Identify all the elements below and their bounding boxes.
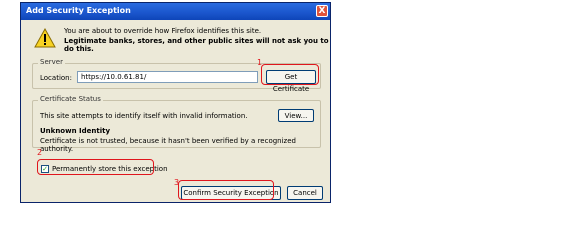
annotation-box-2	[37, 159, 154, 175]
intro-warning-text: Legitimate banks, stores, and other publ…	[64, 37, 329, 53]
annotation-number-1: 1	[257, 58, 263, 67]
intro-text: You are about to override how Firefox id…	[64, 27, 262, 35]
status-heading: Unknown Identity	[40, 127, 111, 135]
annotation-box-1	[261, 64, 319, 85]
location-label: Location:	[40, 74, 72, 82]
warning-icon	[34, 28, 56, 48]
dialog-title: Add Security Exception	[26, 6, 131, 15]
annotation-number-2: 2	[37, 148, 43, 157]
annotation-number-3: 3	[174, 178, 180, 187]
server-group-label: Server	[38, 58, 65, 66]
cancel-button[interactable]: Cancel	[287, 186, 323, 200]
status-description: This site attempts to identify itself wi…	[40, 112, 248, 120]
close-icon[interactable]: X	[316, 5, 328, 17]
certificate-status-group-label: Certificate Status	[38, 95, 103, 103]
location-input[interactable]: https://10.0.61.81/	[77, 71, 258, 83]
status-detail: Certificate is not trusted, because it h…	[40, 137, 296, 153]
title-bar[interactable]: Add Security Exception X	[21, 3, 330, 20]
annotation-box-3	[178, 180, 274, 200]
view-button[interactable]: View...	[278, 109, 314, 122]
